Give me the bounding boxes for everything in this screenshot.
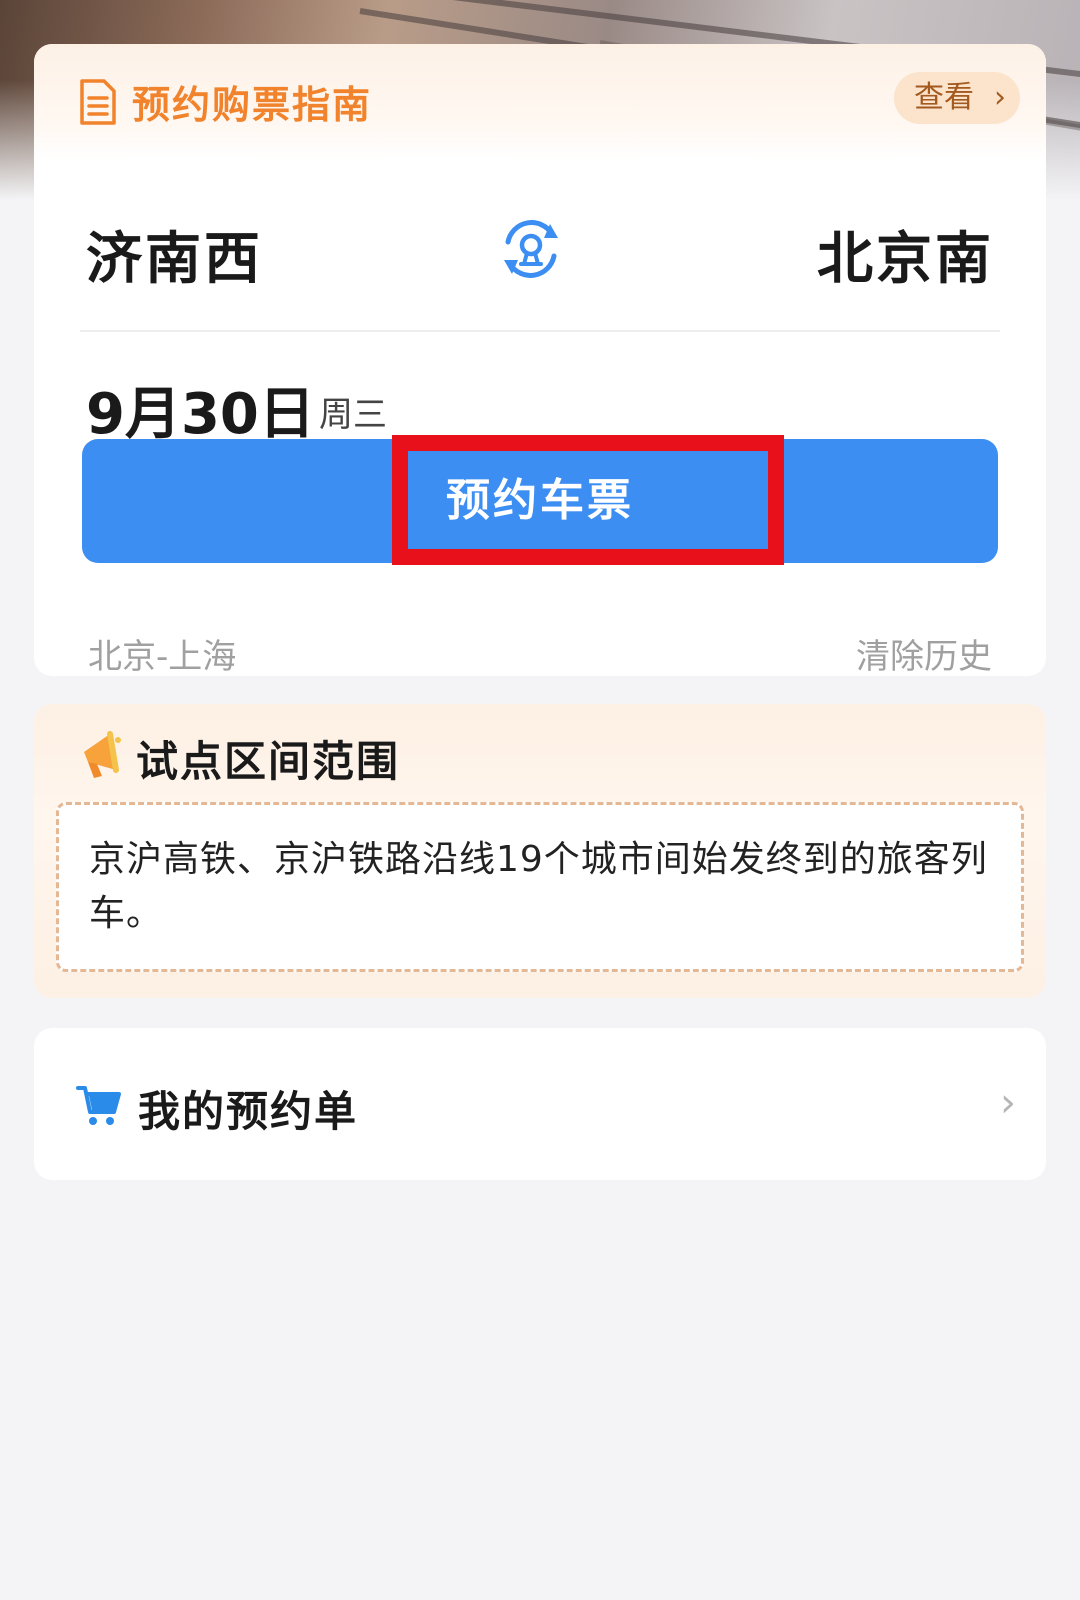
pilot-range-title: 试点区间范围 [136, 737, 401, 786]
clear-history-button[interactable]: 清除历史 [856, 629, 992, 676]
travel-date[interactable]: 9月30日 [86, 369, 315, 450]
cart-icon [76, 1086, 121, 1125]
guide-banner: 预约购票指南 查看 › [34, 44, 1046, 159]
booking-card: 预约购票指南 查看 › 济南西 北京南 9月30日 周三 预约车票 北京-上海 … [34, 44, 1046, 676]
arrival-station[interactable]: 北京南 [817, 214, 994, 295]
guide-title: 预约购票指南 [132, 83, 373, 127]
weekday-label: 周三 [319, 395, 387, 435]
chevron-right-icon: › [994, 80, 1006, 115]
my-orders-label: 我的预约单 [138, 1087, 359, 1136]
divider [80, 330, 1000, 332]
book-ticket-button[interactable]: 预约车票 [82, 435, 998, 565]
pilot-range-description: 京沪高铁、京沪铁路沿线19个城市间始发终到的旅客列车。 [56, 802, 1024, 972]
megaphone-icon [84, 731, 121, 778]
departure-station[interactable]: 济南西 [86, 214, 263, 295]
history-route-item[interactable]: 北京-上海 [88, 629, 236, 676]
my-orders-row[interactable]: 我的预约单 › [34, 1028, 1046, 1180]
swap-stations-icon[interactable] [494, 212, 568, 286]
view-guide-button[interactable]: 查看 › [894, 72, 1020, 124]
document-icon [80, 79, 116, 125]
view-guide-label: 查看 [914, 80, 974, 115]
pilot-range-card: 试点区间范围 京沪高铁、京沪铁路沿线19个城市间始发终到的旅客列车。 [34, 704, 1046, 998]
book-ticket-label: 预约车票 [446, 475, 634, 526]
chevron-right-icon: › [1000, 1080, 1016, 1126]
